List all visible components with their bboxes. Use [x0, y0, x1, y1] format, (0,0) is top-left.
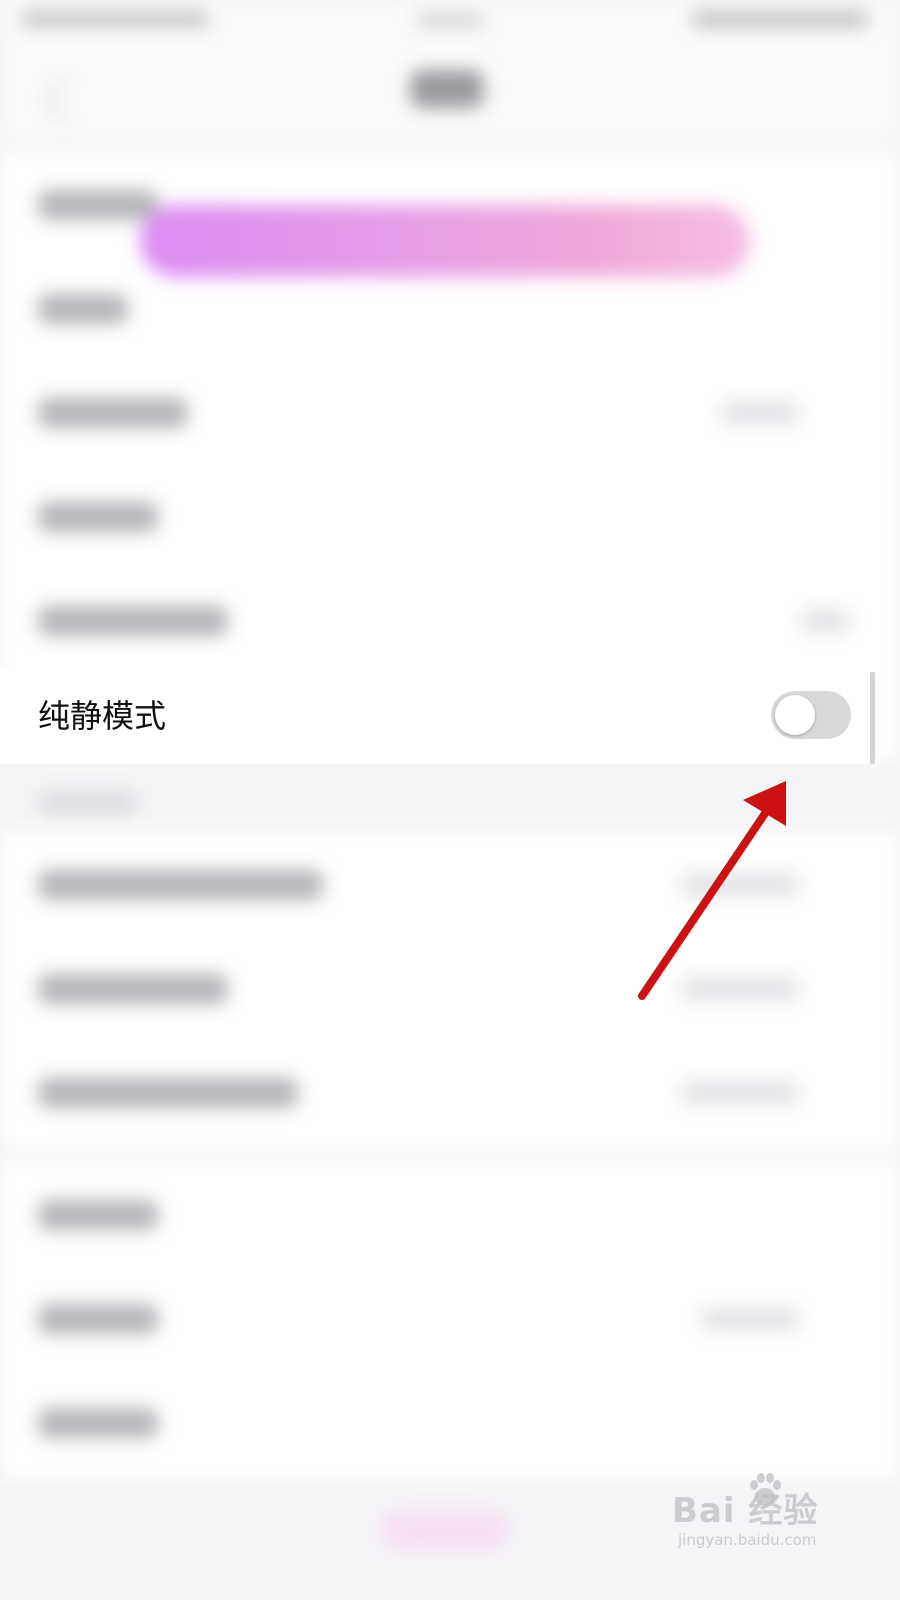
settings-row-label: [38, 606, 228, 636]
watermark-logo-text: Bai 经验: [672, 1491, 819, 1531]
status-bar-right: [690, 10, 870, 28]
status-bar: [0, 0, 900, 40]
settings-row-label: [38, 1200, 158, 1230]
settings-row-label: [38, 190, 158, 220]
settings-row[interactable]: [0, 1160, 900, 1264]
status-bar-time: [415, 12, 485, 28]
settings-row[interactable]: [0, 358, 900, 462]
settings-row[interactable]: [0, 1264, 900, 1368]
watermark-url: jingyan.baidu.com: [678, 1531, 817, 1549]
watermark: Bai 经验 jingyan.baidu.com: [672, 1465, 842, 1565]
settings-row-value: [680, 978, 800, 1000]
settings-row-value: [800, 610, 850, 632]
pure-mode-toggle[interactable]: [771, 691, 851, 739]
settings-section-3: [0, 1160, 900, 1480]
settings-row-label: [38, 870, 323, 900]
scrollbar[interactable]: [870, 672, 875, 764]
status-bar-left: [20, 10, 210, 28]
settings-row[interactable]: [0, 934, 900, 1038]
settings-row[interactable]: [0, 566, 900, 670]
settings-row[interactable]: [0, 462, 900, 566]
settings-row-value: [720, 402, 800, 424]
settings-row-label: [38, 1078, 298, 1108]
settings-row-value: [680, 874, 800, 896]
toast-banner: [140, 205, 750, 277]
settings-row-label: [38, 1408, 158, 1438]
settings-row-label: [38, 398, 188, 428]
settings-row-value: [700, 1308, 800, 1330]
bottom-indicator: [380, 1510, 510, 1550]
settings-section-2: [0, 830, 900, 1150]
settings-row[interactable]: [0, 830, 900, 934]
pure-mode-label: 纯静模式: [38, 697, 167, 735]
settings-row[interactable]: [0, 1038, 900, 1142]
settings-row-label: [38, 502, 158, 532]
pure-mode-row[interactable]: 纯静模式: [0, 668, 872, 764]
page-title: [410, 70, 484, 108]
blurred-background: [0, 0, 900, 1600]
back-icon[interactable]: [43, 78, 87, 122]
settings-row-value: [680, 1082, 800, 1104]
settings-row-label: [38, 974, 228, 1004]
nav-bar: [0, 40, 900, 140]
settings-row-label: [38, 1304, 158, 1334]
settings-row[interactable]: [0, 1368, 900, 1472]
settings-row-label: [38, 294, 128, 324]
section-header: [38, 792, 138, 814]
toggle-knob[interactable]: [775, 695, 815, 735]
